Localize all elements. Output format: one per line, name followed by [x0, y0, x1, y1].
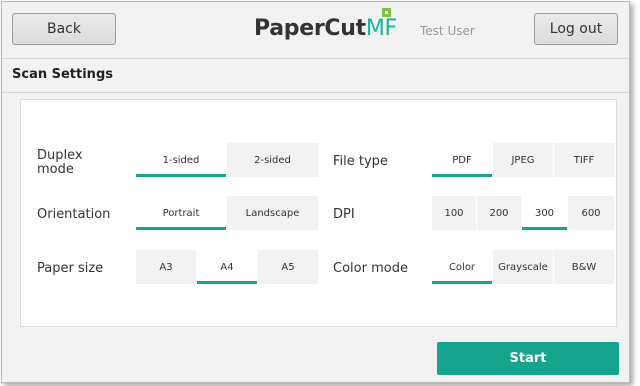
file-type-option[interactable]: TIFF [554, 143, 614, 177]
orientation-option[interactable]: Portrait [136, 196, 227, 230]
color-mode-option[interactable]: B&W [554, 250, 614, 284]
dpi-option[interactable]: 200 [477, 196, 522, 230]
file-type-label: File type [333, 154, 388, 169]
scan-window: Back PaperCutMF Test User Log out Scan S… [1, 1, 630, 383]
duplex-selector: 1-sided 2-sided [136, 143, 318, 177]
dpi-option[interactable]: 300 [522, 196, 568, 230]
color-mode-label: Color mode [333, 261, 408, 276]
orientation-option[interactable]: Landscape [227, 196, 318, 230]
duplex-option[interactable]: 1-sided [136, 143, 227, 177]
logo-suffix: MF [365, 16, 397, 41]
header: Back PaperCutMF Test User Log out [2, 2, 629, 58]
color-mode-selector: Color Grayscale B&W [432, 250, 614, 284]
dpi-option[interactable]: 600 [568, 196, 614, 230]
paper-size-selector: A3 A4 A5 [136, 250, 318, 284]
logo-text: PaperCut [254, 16, 366, 41]
duplex-option[interactable]: 2-sided [227, 143, 318, 177]
logo-square-icon [382, 8, 391, 17]
papercut-logo: PaperCutMF [254, 8, 397, 48]
file-type-option[interactable]: JPEG [493, 143, 554, 177]
dpi-selector: 100 200 300 600 [432, 196, 614, 230]
user-name: Test User [420, 24, 475, 38]
logout-button[interactable]: Log out [534, 13, 618, 45]
color-mode-option[interactable]: Color [432, 250, 493, 284]
settings-panel: Duplex mode 1-sided 2-sided Orientation P… [20, 99, 617, 327]
color-mode-option[interactable]: Grayscale [493, 250, 554, 284]
title-bar: Scan Settings [2, 58, 629, 93]
file-type-option[interactable]: PDF [432, 143, 493, 177]
paper-size-label: Paper size [37, 261, 104, 276]
page-title: Scan Settings [12, 67, 113, 82]
file-type-selector: PDF JPEG TIFF [432, 143, 614, 177]
back-button[interactable]: Back [12, 13, 116, 45]
start-button[interactable]: Start [437, 342, 619, 375]
orientation-selector: Portrait Landscape [136, 196, 318, 230]
paper-size-option[interactable]: A3 [136, 250, 197, 284]
paper-size-option[interactable]: A5 [258, 250, 318, 284]
duplex-label: Duplex mode [37, 148, 83, 177]
paper-size-option[interactable]: A4 [197, 250, 258, 284]
orientation-label: Orientation [37, 207, 111, 222]
dpi-label: DPI [333, 207, 355, 222]
dpi-option[interactable]: 100 [432, 196, 477, 230]
